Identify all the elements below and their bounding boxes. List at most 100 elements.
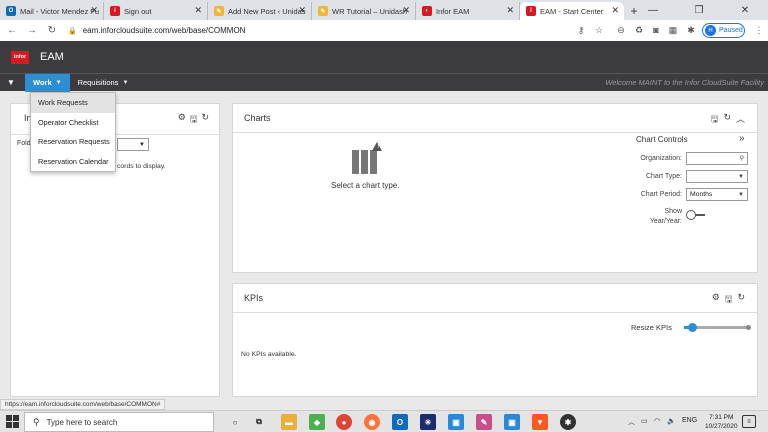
double-chevron-right-icon[interactable]: » (739, 133, 745, 144)
address-bar-row: ← → ↻ 🔒 eam.inforcloudsuite.com/web/base… (0, 20, 768, 41)
browser-tab[interactable]: ◐ Infor EAM ✕ (416, 2, 520, 20)
volume-icon[interactable]: 🔈 (667, 417, 676, 425)
cortana-icon[interactable]: ○ (227, 414, 243, 430)
forward-icon[interactable]: → (24, 23, 40, 39)
folder-select[interactable]: ▼ (117, 138, 149, 151)
language-indicator[interactable]: ENG (682, 417, 697, 424)
lookup-icon[interactable]: ⚲ (740, 155, 744, 162)
nav-work-label: Work (33, 78, 52, 87)
file-explorer-icon[interactable]: ▬ (281, 414, 297, 430)
key-icon[interactable]: ⚷ (574, 23, 588, 37)
chart-period-value: Months (690, 191, 713, 198)
brave-icon[interactable]: ▼ (532, 414, 548, 430)
camera-icon[interactable]: ◙ (649, 23, 663, 37)
kpis-title: KPIs (244, 293, 264, 303)
select-chart-message: Select a chart type. (331, 181, 400, 190)
chevron-up-icon[interactable]: ︿ (736, 112, 745, 128)
tab-title: EAM - Start Center (540, 6, 604, 16)
chart-type-label: Chart Type: (645, 173, 682, 180)
windows-start-icon[interactable] (6, 415, 20, 429)
infor-icon: i (110, 6, 120, 16)
browser-tab[interactable]: O Mail - Victor Mendez Fu ✕ (0, 2, 104, 20)
close-icon[interactable]: ✕ (402, 5, 410, 16)
no-kpis-text: No KPIs available. (241, 351, 297, 358)
star-icon[interactable]: ☆ (592, 23, 606, 37)
url-field[interactable]: 🔒 eam.inforcloudsuite.com/web/base/COMMO… (68, 26, 588, 35)
close-icon[interactable]: ✕ (298, 5, 306, 16)
gear-icon[interactable]: ⚙ (712, 292, 720, 308)
browser-tab[interactable]: ✎ Add New Post ‹ Unidas ✕ (208, 2, 312, 20)
recycle-icon[interactable]: ♻ (632, 23, 646, 37)
organization-field[interactable]: ⚲ (686, 152, 748, 165)
chrome-icon[interactable]: ● (336, 414, 352, 430)
grid-icon[interactable]: ▦ (666, 23, 680, 37)
nav-work[interactable]: Work ▼ (25, 73, 70, 92)
window-close-icon[interactable]: ✕ (722, 0, 768, 20)
refresh-icon[interactable]: ↻ (723, 112, 731, 128)
date: 10/27/2020 (705, 423, 738, 430)
browser-tab[interactable]: i Sign out ✕ (104, 2, 208, 20)
taskbar-clock[interactable]: 7:31 PM 10/27/2020 (705, 413, 738, 431)
folder-label: Fold (17, 140, 31, 147)
maximize-icon[interactable]: ❐ (676, 0, 722, 20)
chevron-down-icon: ▼ (55, 79, 62, 86)
app-icon[interactable]: ▣ (448, 414, 464, 430)
year-over-year-toggle[interactable] (686, 210, 706, 220)
extension-dash-icon[interactable]: ⊖ (614, 23, 628, 37)
chart-period-select[interactable]: Months ▼ (686, 188, 748, 201)
app-icon[interactable]: ◆ (309, 414, 325, 430)
search-placeholder: Type here to search (46, 417, 118, 427)
browser-tab[interactable]: ✎ WR Tutorial – Unidash ✕ (312, 2, 416, 20)
refresh-icon[interactable]: ↻ (737, 292, 745, 308)
slider-end (746, 325, 751, 330)
refresh-icon[interactable]: ↻ (201, 112, 209, 128)
save-icon[interactable]: 🖫 (711, 112, 719, 128)
back-icon[interactable]: ← (4, 23, 20, 39)
app-icon[interactable]: ✱ (560, 414, 576, 430)
pencil-icon: ✎ (214, 6, 224, 16)
charts-panel: Charts 🖫 ↻ ︿ ! Select a chart type. Char… (232, 103, 758, 273)
firefox-icon[interactable]: ◉ (364, 414, 380, 430)
tab-title: Sign out (124, 6, 152, 16)
chevron-down-icon: ▼ (738, 191, 744, 198)
save-icon[interactable]: 🖫 (725, 292, 733, 308)
menu-dots-icon[interactable]: ⋮ (752, 23, 766, 37)
menu-item-operator-checklist[interactable]: Operator Checklist (31, 113, 115, 133)
reload-icon[interactable]: ↻ (44, 23, 60, 39)
kpis-toolbar: ⚙ 🖫 ↻ (712, 292, 745, 308)
close-icon[interactable]: ✕ (506, 5, 514, 16)
nav-toggle-icon[interactable]: ▼ (7, 78, 25, 87)
slider-handle[interactable] (688, 323, 697, 332)
infor-icon: i (526, 6, 536, 16)
paint-icon[interactable]: ✎ (476, 414, 492, 430)
app-name: EAM (40, 51, 64, 63)
battery-icon[interactable]: ▭ (641, 417, 648, 425)
taskbar-search[interactable]: ⚲ Type here to search (24, 412, 214, 432)
minimize-icon[interactable]: — (630, 0, 676, 20)
close-icon[interactable]: ✕ (194, 5, 202, 16)
network-icon[interactable]: ◠ (654, 417, 660, 425)
menu-item-reservation-requests[interactable]: Reservation Requests (31, 132, 115, 152)
chart-type-select[interactable]: ▼ (686, 170, 748, 183)
app-icon[interactable]: ✳ (420, 414, 436, 430)
outlook-icon[interactable]: O (392, 414, 408, 430)
menu-item-work-requests[interactable]: Work Requests (31, 93, 115, 113)
browser-tab-active[interactable]: i EAM - Start Center ✕ (520, 2, 624, 20)
charts-title: Charts (244, 113, 271, 123)
puzzle-icon[interactable]: ✱ (684, 23, 698, 37)
menu-item-reservation-calendar[interactable]: Reservation Calendar (31, 152, 115, 172)
resize-kpis-slider[interactable] (684, 323, 751, 332)
no-records-text: cords to display. (117, 163, 166, 170)
profile-paused-button[interactable]: H Paused (702, 23, 745, 38)
gear-icon[interactable]: ⚙ (178, 112, 186, 128)
notification-icon[interactable]: ≡ (742, 415, 756, 428)
nav-requisitions[interactable]: Requisitions ▼ (70, 74, 137, 92)
close-icon[interactable]: ✕ (90, 5, 98, 16)
tray-chevron-icon[interactable]: ︿ (628, 417, 635, 427)
close-icon[interactable]: ✕ (611, 5, 619, 16)
task-view-icon[interactable]: ⧉ (251, 414, 267, 430)
taskbar: ⚲ Type here to search ○ ⧉ ▬ ◆ ● ◉ O ✳ ▣ … (0, 410, 768, 432)
pencil-icon: ✎ (318, 6, 328, 16)
save-icon[interactable]: 🖫 (190, 112, 198, 128)
app-icon[interactable]: ▣ (504, 414, 520, 430)
